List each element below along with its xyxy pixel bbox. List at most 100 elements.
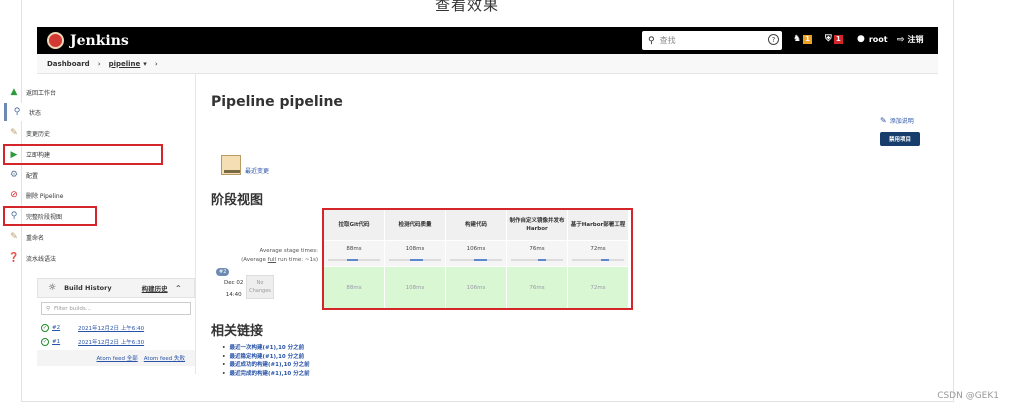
disable-project-button[interactable]: 禁用项目	[880, 132, 920, 146]
jenkins-logo[interactable]: Jenkins	[47, 32, 129, 49]
security-button[interactable]: ⛨ 1	[825, 34, 843, 44]
task-status[interactable]: ⚲ 状态	[4, 103, 156, 121]
notification-badge: 1	[803, 34, 813, 44]
gear-icon: ⚙	[9, 170, 19, 180]
search-placeholder: 查找	[659, 36, 676, 45]
page-heading: 查看效果	[435, 0, 500, 14]
task-label: 重命名	[26, 234, 45, 242]
task-delete-pipeline[interactable]: ⊘ 删除 Pipeline	[4, 186, 156, 204]
sun-icon: ☼	[48, 283, 57, 293]
breadcrumb-separator-icon: ›	[154, 59, 158, 68]
task-build-now[interactable]: ▶ 立即构建	[3, 144, 163, 165]
notepad-icon: ✎	[10, 128, 18, 138]
notepad-icon: ✎	[10, 232, 18, 242]
related-links-list: 最近一次构建(#1),10 分之前 最近稳定构建(#1),10 分之前 最近成功…	[222, 344, 310, 378]
logout-label: 注销	[907, 35, 924, 44]
filter-builds-input[interactable]: ⚲ Filter builds...	[41, 302, 191, 315]
user-name: root	[868, 34, 888, 44]
page-title: Pipeline pipeline	[211, 94, 343, 110]
logo-text: Jenkins	[70, 32, 129, 49]
recent-changes-label: 最近变更	[245, 168, 270, 175]
task-label: 删除 Pipeline	[26, 192, 64, 200]
build-number[interactable]: #1	[52, 339, 78, 345]
build-date[interactable]: 2021年12月2日 上午6:30	[78, 338, 144, 346]
task-changes[interactable]: ✎ 变更历史	[4, 124, 156, 142]
bell-icon: ♞	[793, 34, 802, 44]
filter-placeholder: Filter builds...	[54, 305, 92, 312]
build-history-title: Build History	[64, 284, 112, 292]
task-label: 立即构建	[26, 152, 51, 159]
breadcrumb-separator-icon: ›	[97, 59, 101, 68]
no-entry-icon: ⊘	[10, 190, 18, 200]
avg-label-line2: (Average full run time: ~1s)	[212, 256, 318, 265]
up-arrow-icon: ▲	[10, 87, 18, 97]
build-row[interactable]: ✓ #1 2021年12月2日 上午6:30	[41, 338, 191, 346]
breadcrumb-dashboard[interactable]: Dashboard	[47, 60, 90, 68]
chevron-down-icon[interactable]: ▾	[143, 60, 147, 68]
top-header: Jenkins ⚲ 查找 ? ♞ 1 ⛨ 1 ● root ⇨ 注销	[37, 27, 938, 54]
jenkins-butler-icon	[47, 32, 64, 49]
run-id-badge[interactable]: #2	[216, 268, 230, 276]
search-icon: ⚲	[10, 211, 18, 221]
shield-icon: ⛨	[825, 34, 832, 44]
average-stage-times-label: Average stage times: (Average full run t…	[212, 247, 318, 265]
build-history-header: ☼ Build History 构建历史 ^	[37, 278, 195, 298]
logout-link[interactable]: ⇨ 注销	[897, 34, 924, 45]
logout-icon: ⇨	[897, 34, 905, 45]
add-description-link[interactable]: ✎ 添加说明	[880, 116, 914, 125]
build-number[interactable]: #2	[52, 325, 78, 331]
build-trend-link[interactable]: 构建历史	[142, 283, 168, 293]
avg-label-line1: Average stage times:	[259, 248, 319, 254]
help-icon[interactable]: ?	[768, 34, 779, 45]
related-links-heading: 相关链接	[211, 324, 264, 339]
run-row-header[interactable]: #2 Dec 02 14:40 No Changes	[212, 268, 318, 306]
add-description-label: 添加说明	[889, 118, 914, 125]
success-icon: ✓	[41, 338, 49, 346]
task-label: 返回工作台	[26, 89, 57, 97]
user-link[interactable]: ● root	[857, 34, 888, 44]
atom-feed-all[interactable]: Atom feed 全部	[97, 354, 138, 362]
avg-label-prefix: (Average	[241, 257, 268, 263]
build-row[interactable]: ✓ #2 2021年12月2日 上午6:40	[41, 324, 191, 332]
task-label: 流水线语法	[26, 255, 57, 263]
recent-changes-link[interactable]: 最近变更	[221, 155, 269, 175]
no-changes-line1: No	[256, 280, 264, 286]
breadcrumb: Dashboard › pipeline ▾ ›	[37, 54, 938, 74]
run-date: Dec 02 14:40	[224, 277, 243, 301]
run-time: 14:40	[225, 292, 242, 298]
search-icon: ⚲	[13, 107, 21, 117]
task-pipeline-syntax[interactable]: ❓ 流水线语法	[4, 249, 156, 267]
full-run-link[interactable]: full	[268, 257, 276, 263]
task-label: 完整阶段视图	[26, 213, 63, 221]
no-changes-line2: Changes	[249, 288, 271, 294]
task-back-to-dashboard[interactable]: ▲ 返回工作台	[4, 83, 156, 101]
build-icon: ▶	[10, 149, 18, 160]
breadcrumb-pipeline[interactable]: pipeline	[109, 60, 141, 68]
search-icon: ⚲	[648, 35, 655, 46]
task-full-stage-view[interactable]: ⚲ 完整阶段视图	[3, 206, 97, 226]
task-label: 状态	[29, 109, 42, 117]
pencil-icon: ✎	[880, 116, 887, 125]
task-rename[interactable]: ✎ 重命名	[4, 228, 156, 246]
task-configure[interactable]: ⚙ 配置	[4, 166, 156, 184]
avg-label-suffix: run time: ~1s)	[276, 257, 318, 263]
notification-button[interactable]: ♞ 1	[793, 34, 813, 44]
task-label: 变更历史	[26, 130, 51, 138]
run-month-day: Dec 02	[224, 280, 244, 286]
stage-view-highlight	[322, 208, 633, 310]
related-link[interactable]: 最近成功的构建(#1),10 分之前	[222, 361, 310, 370]
build-date[interactable]: 2021年12月2日 上午6:40	[78, 324, 144, 332]
search-icon: ⚲	[46, 305, 51, 312]
related-link[interactable]: 最近一次构建(#1),10 分之前	[222, 344, 310, 353]
no-changes-box: No Changes	[246, 275, 274, 299]
search-input[interactable]: ⚲ 查找	[642, 31, 782, 50]
notepad-icon	[221, 155, 241, 175]
chevron-up-icon[interactable]: ^	[176, 284, 181, 292]
related-link[interactable]: 最近完成的构建(#1),10 分之前	[222, 370, 310, 379]
stage-view-heading: 阶段视图	[211, 193, 264, 208]
atom-feeds: Atom feed 全部 Atom feed 失败	[37, 350, 195, 366]
related-link[interactable]: 最近稳定构建(#1),10 分之前	[222, 353, 310, 362]
atom-feed-failures[interactable]: Atom feed 失败	[144, 354, 185, 362]
watermark: CSDN @GEK1	[937, 391, 999, 401]
success-icon: ✓	[41, 324, 49, 332]
